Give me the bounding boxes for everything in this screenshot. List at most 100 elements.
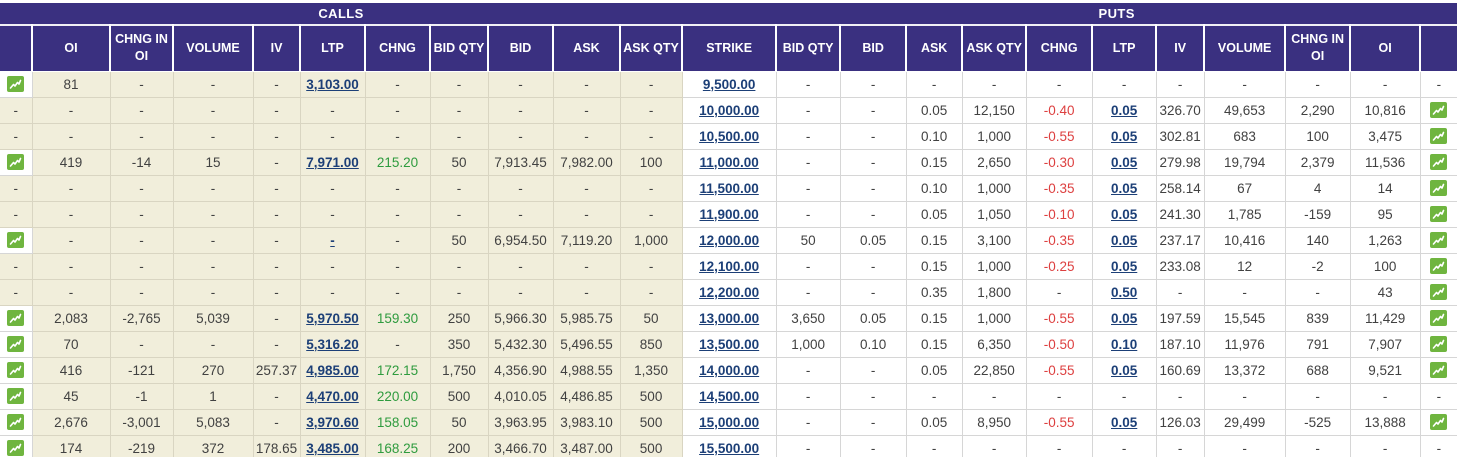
puts-ltp-cell[interactable]: 0.10 — [1091, 330, 1157, 358]
puts-ltp-cell-link[interactable]: 0.05 — [1111, 155, 1137, 170]
strike-cell-link[interactable]: 11,900.00 — [699, 207, 758, 222]
puts-chart-cell[interactable] — [1419, 226, 1457, 254]
puts-ltp-cell[interactable]: 0.05 — [1091, 304, 1157, 332]
trend-chart-icon[interactable] — [7, 76, 25, 93]
calls-ltp-cell[interactable]: 3,485.00 — [299, 434, 366, 457]
puts-chart-cell[interactable] — [1419, 96, 1457, 124]
calls-ltp-cell[interactable]: - — [299, 226, 366, 254]
puts-ltp-cell[interactable]: 0.05 — [1091, 356, 1157, 384]
trend-chart-icon[interactable] — [7, 388, 25, 405]
puts-chart-cell[interactable] — [1419, 122, 1457, 150]
strike-cell-link[interactable]: 11,000.00 — [699, 155, 758, 170]
puts-ltp-cell[interactable]: 0.05 — [1091, 96, 1157, 124]
puts-ltp-cell-link[interactable]: 0.05 — [1111, 311, 1137, 326]
calls-ltp-cell-link[interactable]: 5,970.50 — [306, 311, 359, 326]
calls-ltp-cell[interactable]: 5,970.50 — [299, 304, 366, 332]
puts-chart-cell[interactable] — [1419, 174, 1457, 202]
strike-cell-link[interactable]: 9,500.00 — [703, 77, 756, 92]
trend-chart-icon[interactable] — [1430, 180, 1448, 197]
trend-chart-icon[interactable] — [1430, 284, 1448, 301]
calls-ltp-cell[interactable]: 4,985.00 — [299, 356, 366, 384]
puts-chart-cell[interactable] — [1419, 200, 1457, 228]
calls-chart-cell[interactable] — [0, 330, 33, 358]
trend-chart-icon[interactable] — [7, 336, 25, 353]
strike-cell[interactable]: 10,000.00 — [681, 96, 777, 124]
strike-cell-link[interactable]: 13,500.00 — [699, 337, 759, 352]
strike-cell[interactable]: 14,000.00 — [681, 356, 777, 384]
trend-chart-icon[interactable] — [1430, 102, 1448, 119]
strike-cell[interactable]: 15,000.00 — [681, 408, 777, 436]
trend-chart-icon[interactable] — [1430, 128, 1448, 145]
trend-chart-icon[interactable] — [1430, 258, 1448, 275]
puts-ltp-cell-link[interactable]: 0.10 — [1111, 337, 1137, 352]
strike-cell-link[interactable]: 12,000.00 — [699, 233, 759, 248]
calls-ltp-cell[interactable]: 5,316.20 — [299, 330, 366, 358]
puts-ltp-cell[interactable]: 0.05 — [1091, 122, 1157, 150]
strike-cell[interactable]: 13,500.00 — [681, 330, 777, 358]
puts-chart-cell[interactable] — [1419, 356, 1457, 384]
strike-cell-link[interactable]: 12,100.00 — [699, 259, 759, 274]
puts-ltp-cell[interactable]: 0.05 — [1091, 174, 1157, 202]
puts-chart-cell[interactable] — [1419, 304, 1457, 332]
trend-chart-icon[interactable] — [1430, 362, 1448, 379]
strike-cell[interactable]: 11,500.00 — [681, 174, 777, 202]
calls-ltp-cell-link[interactable]: 3,103.00 — [306, 77, 359, 92]
strike-cell[interactable]: 11,000.00 — [681, 148, 777, 176]
strike-cell-link[interactable]: 15,500.00 — [699, 441, 759, 456]
puts-ltp-cell[interactable]: 0.05 — [1091, 200, 1157, 228]
puts-ltp-cell[interactable]: 0.05 — [1091, 148, 1157, 176]
strike-cell[interactable]: 12,200.00 — [681, 278, 777, 306]
calls-chart-cell[interactable] — [0, 382, 33, 410]
strike-cell[interactable]: 9,500.00 — [681, 70, 777, 98]
calls-ltp-cell-link[interactable]: 3,970.60 — [306, 415, 359, 430]
puts-ltp-cell[interactable]: 0.05 — [1091, 252, 1157, 280]
strike-cell-link[interactable]: 13,000.00 — [699, 311, 759, 326]
strike-cell[interactable]: 14,500.00 — [681, 382, 777, 410]
puts-ltp-cell-link[interactable]: 0.50 — [1111, 285, 1137, 300]
trend-chart-icon[interactable] — [7, 362, 25, 379]
trend-chart-icon[interactable] — [7, 310, 25, 327]
trend-chart-icon[interactable] — [1430, 232, 1448, 249]
strike-cell[interactable]: 12,000.00 — [681, 226, 777, 254]
puts-chart-cell[interactable] — [1419, 330, 1457, 358]
puts-chart-cell[interactable] — [1419, 148, 1457, 176]
calls-chart-cell[interactable] — [0, 408, 33, 436]
calls-chart-cell[interactable] — [0, 356, 33, 384]
puts-ltp-cell-link[interactable]: 0.05 — [1111, 233, 1137, 248]
trend-chart-icon[interactable] — [7, 232, 25, 249]
calls-ltp-cell[interactable]: 7,971.00 — [299, 148, 366, 176]
calls-ltp-cell[interactable]: 3,970.60 — [299, 408, 366, 436]
trend-chart-icon[interactable] — [7, 440, 25, 457]
calls-ltp-cell[interactable]: 3,103.00 — [299, 70, 366, 98]
strike-cell-link[interactable]: 12,200.00 — [699, 285, 759, 300]
strike-cell[interactable]: 11,900.00 — [681, 200, 777, 228]
trend-chart-icon[interactable] — [1430, 206, 1448, 223]
puts-ltp-cell-link[interactable]: 0.05 — [1111, 207, 1137, 222]
puts-chart-cell[interactable] — [1419, 408, 1457, 436]
strike-cell[interactable]: 10,500.00 — [681, 122, 777, 150]
puts-ltp-cell-link[interactable]: 0.05 — [1111, 415, 1137, 430]
strike-cell-link[interactable]: 14,500.00 — [699, 389, 759, 404]
puts-ltp-cell[interactable]: 0.05 — [1091, 226, 1157, 254]
puts-ltp-cell-link[interactable]: 0.05 — [1111, 181, 1137, 196]
strike-cell[interactable]: 12,100.00 — [681, 252, 777, 280]
calls-chart-cell[interactable] — [0, 226, 33, 254]
calls-ltp-cell-link[interactable]: 7,971.00 — [306, 155, 359, 170]
trend-chart-icon[interactable] — [1430, 414, 1448, 431]
calls-ltp-cell-link[interactable]: - — [330, 233, 335, 248]
calls-chart-cell[interactable] — [0, 304, 33, 332]
strike-cell-link[interactable]: 11,500.00 — [699, 181, 758, 196]
trend-chart-icon[interactable] — [7, 154, 25, 171]
trend-chart-icon[interactable] — [1430, 310, 1448, 327]
calls-ltp-cell[interactable]: 4,470.00 — [299, 382, 366, 410]
puts-chart-cell[interactable] — [1419, 252, 1457, 280]
calls-chart-cell[interactable] — [0, 70, 33, 98]
strike-cell-link[interactable]: 10,500.00 — [699, 129, 759, 144]
puts-ltp-cell[interactable]: 0.05 — [1091, 408, 1157, 436]
puts-ltp-cell-link[interactable]: 0.05 — [1111, 259, 1137, 274]
calls-ltp-cell-link[interactable]: 3,485.00 — [306, 441, 359, 456]
strike-cell-link[interactable]: 14,000.00 — [699, 363, 759, 378]
puts-ltp-cell[interactable]: 0.50 — [1091, 278, 1157, 306]
calls-ltp-cell-link[interactable]: 5,316.20 — [306, 337, 359, 352]
puts-ltp-cell-link[interactable]: 0.05 — [1111, 103, 1137, 118]
